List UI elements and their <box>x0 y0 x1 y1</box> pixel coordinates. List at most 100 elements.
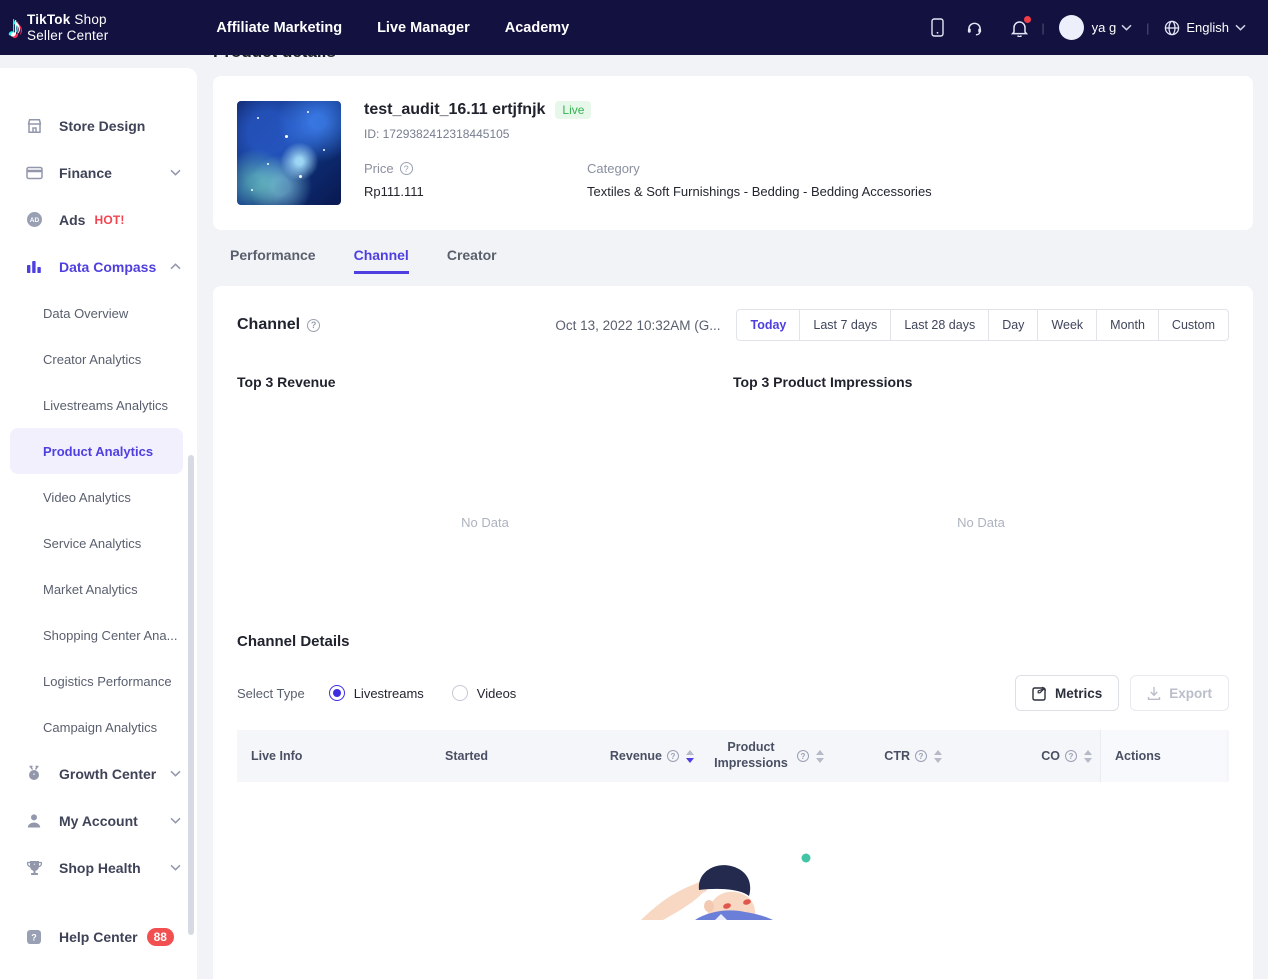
product-image <box>237 101 341 205</box>
logo-text: TikTok Shop Seller Center <box>27 12 108 43</box>
sidebar-scrollbar[interactable] <box>188 455 194 935</box>
sidebar-item-video-analytics[interactable]: Video Analytics <box>0 474 197 520</box>
product-category-block: Category Textiles & Soft Furnishings - B… <box>587 161 932 199</box>
column-co[interactable]: CO ? <box>950 749 1100 763</box>
ctr-info-icon[interactable]: ? <box>915 750 927 762</box>
logo-shop: Shop <box>70 11 107 27</box>
hot-badge: HOT! <box>94 212 125 227</box>
select-type-label: Select Type <box>237 685 305 701</box>
divider: | <box>1146 20 1150 35</box>
column-label: Product Impressions <box>714 740 788 770</box>
range-custom[interactable]: Custom <box>1157 310 1228 340</box>
column-label: Started <box>445 749 489 763</box>
chevron-down-icon <box>170 864 181 871</box>
chevron-down-icon <box>170 817 181 824</box>
metrics-button[interactable]: Metrics <box>1014 675 1120 711</box>
nav-live-manager[interactable]: Live Manager <box>377 20 470 36</box>
help-question-icon: ? <box>26 929 44 945</box>
export-button[interactable]: Export <box>1130 675 1229 711</box>
column-started: Started <box>445 749 600 763</box>
mobile-app-icon[interactable] <box>929 18 946 37</box>
radio-livestreams[interactable]: Livestreams <box>328 685 424 701</box>
product-impressions-sorter[interactable] <box>816 749 824 763</box>
svg-text:?: ? <box>31 932 37 942</box>
sidebar-item-creator-analytics[interactable]: Creator Analytics <box>0 336 197 382</box>
sidebar-item-logistics-performance[interactable]: Logistics Performance <box>0 658 197 704</box>
sidebar-item-my-account[interactable]: My Account <box>0 797 197 844</box>
user-name[interactable]: ya g <box>1092 20 1117 35</box>
sidebar-item-livestreams-analytics[interactable]: Livestreams Analytics <box>0 382 197 428</box>
radio-button-unchecked[interactable] <box>451 685 468 701</box>
channel-details-title: Channel Details <box>237 633 350 650</box>
category-value: Textiles & Soft Furnishings - Bedding - … <box>587 184 932 199</box>
co-sorter[interactable] <box>1084 749 1092 763</box>
range-week[interactable]: Week <box>1037 310 1096 340</box>
sidebar-item-label: Growth Center <box>59 765 157 782</box>
range-day[interactable]: Day <box>988 310 1037 340</box>
live-status-badge: Live <box>555 101 592 119</box>
product-price-block: Price ? Rp111.111 <box>364 161 587 199</box>
sidebar-item-product-analytics[interactable]: Product Analytics <box>10 428 183 474</box>
tiktok-shop-logo[interactable]: ♪ TikTok Shop Seller Center <box>8 12 108 43</box>
sidebar-item-growth-center[interactable]: Growth Center <box>0 750 197 797</box>
range-today[interactable]: Today <box>737 310 799 340</box>
sidebar-item-data-overview[interactable]: Data Overview <box>0 290 197 336</box>
sidebar-item-label: My Account <box>59 812 138 829</box>
ctr-sorter[interactable] <box>934 749 942 763</box>
user-chevron-down-icon[interactable] <box>1121 24 1132 31</box>
medal-icon <box>26 765 44 782</box>
radio-button-checked[interactable] <box>328 685 345 701</box>
logo-tiktok: TikTok <box>27 11 71 27</box>
column-label: Live Info <box>251 749 303 763</box>
main-content: Product Analytics Product details test_a… <box>197 0 1268 979</box>
sidebar-item-shopping-center-analytics[interactable]: Shopping Center Ana... <box>0 612 197 658</box>
sidebar-item-label: Finance <box>59 164 112 181</box>
chevron-down-icon <box>170 770 181 777</box>
sidebar-item-market-analytics[interactable]: Market Analytics <box>0 566 197 612</box>
column-revenue[interactable]: Revenue ? <box>600 749 702 763</box>
tiktok-note-icon: ♪ <box>8 10 23 44</box>
product-name: test_audit_16.11 ertjfnjk <box>364 101 546 118</box>
sidebar-item-campaign-analytics[interactable]: Campaign Analytics <box>0 704 197 750</box>
sidebar-item-service-analytics[interactable]: Service Analytics <box>0 520 197 566</box>
product-impressions-info-icon[interactable]: ? <box>797 750 809 762</box>
chevron-down-icon <box>170 169 181 176</box>
language-selector[interactable]: English <box>1186 20 1229 35</box>
radio-videos[interactable]: Videos <box>451 685 516 701</box>
price-info-icon[interactable]: ? <box>399 162 413 175</box>
empty-state-illustration <box>603 844 863 925</box>
sidebar-item-store-design[interactable]: Store Design <box>0 102 197 149</box>
nav-academy[interactable]: Academy <box>505 20 569 36</box>
tab-performance[interactable]: Performance <box>230 247 316 274</box>
channel-details-table-header: Live Info Started Revenue ? Product Impr… <box>237 730 1229 782</box>
top3-revenue-chart: Top 3 Revenue No Data <box>237 374 733 530</box>
tab-creator[interactable]: Creator <box>447 247 497 274</box>
tab-channel[interactable]: Channel <box>353 247 409 274</box>
time-range-selector: Today Last 7 days Last 28 days Day Week … <box>736 309 1229 341</box>
support-headset-icon[interactable] <box>966 18 983 37</box>
sidebar-item-data-compass[interactable]: Data Compass <box>0 243 197 290</box>
column-label: Revenue <box>609 749 662 763</box>
channel-card: Channel ? Oct 13, 2022 10:32AM (G... Tod… <box>213 286 1253 979</box>
teal-dot <box>801 853 811 863</box>
sidebar-item-shop-health[interactable]: Shop Health <box>0 844 197 891</box>
revenue-info-icon[interactable]: ? <box>667 750 679 762</box>
sidebar-item-help-center[interactable]: ? Help Center 88 <box>0 913 197 960</box>
revenue-sorter[interactable] <box>686 749 694 763</box>
co-info-icon[interactable]: ? <box>1065 750 1077 762</box>
nav-affiliate-marketing[interactable]: Affiliate Marketing <box>216 20 342 36</box>
sidebar-item-ads[interactable]: AD Ads HOT! <box>0 196 197 243</box>
sidebar-item-finance[interactable]: Finance <box>0 149 197 196</box>
column-product-impressions[interactable]: Product Impressions ? <box>702 740 832 771</box>
user-avatar[interactable] <box>1058 15 1084 40</box>
svg-text:AD: AD <box>30 217 40 224</box>
chevron-up-icon <box>170 263 181 270</box>
range-month[interactable]: Month <box>1096 310 1158 340</box>
category-label: Category <box>587 161 640 176</box>
range-last-7-days[interactable]: Last 7 days <box>799 310 890 340</box>
channel-info-icon[interactable]: ? <box>307 318 321 332</box>
notifications-bell-icon[interactable] <box>1010 16 1031 37</box>
range-last-28-days[interactable]: Last 28 days <box>890 310 988 340</box>
column-ctr[interactable]: CTR ? <box>832 749 950 763</box>
language-chevron-down-icon[interactable] <box>1235 24 1246 31</box>
